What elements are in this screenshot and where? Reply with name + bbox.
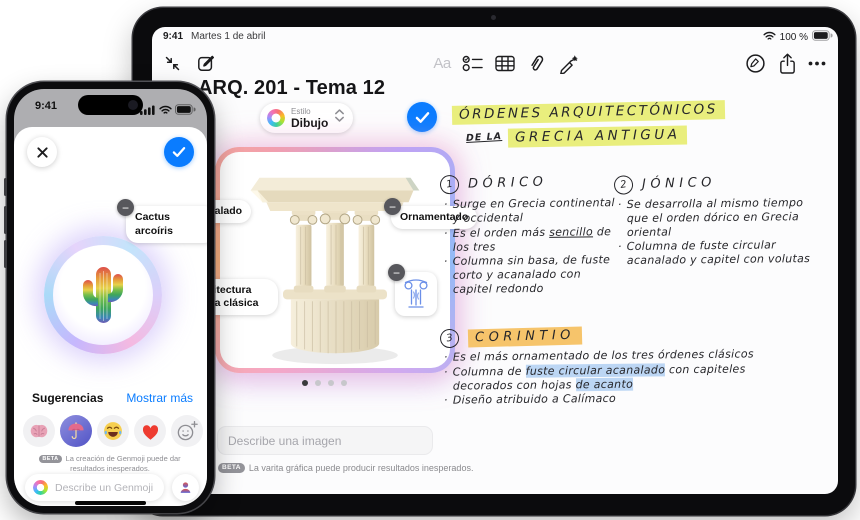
laughing-emoji[interactable]	[97, 415, 129, 447]
handwritten-bullet: · Es el orden más sencillo de los tres	[443, 224, 612, 254]
handwritten-bullet: · Columna de fuste circular acanalado y c…	[617, 238, 811, 267]
handwritten-title-grecia: GRECIA ANTIGUA	[507, 125, 688, 148]
handwritten-bullet: · Surge en Grecia continental y occidenta…	[443, 196, 615, 225]
brain-emoji[interactable]	[23, 415, 55, 447]
handwritten-bullet: · Columna de fuste circular acanalado con…	[443, 362, 746, 393]
person-genmoji-button[interactable]	[172, 474, 199, 501]
handwritten-section-dorico: 1 DÓRICO · Surge en Grecia continental y o…	[438, 173, 620, 296]
ipad-device: 9:41 Martes 1 de abril 100 % Aa ARQ. 201…	[133, 8, 855, 515]
circled-number: 1	[438, 173, 461, 196]
remove-sketch-icon[interactable]: −	[388, 264, 405, 281]
section-bullets: · Se desarrolla al mismo tiempo que el or…	[614, 196, 822, 267]
section-heading: DÓRICO	[467, 174, 548, 192]
section-heading: CORINTIO	[467, 326, 583, 347]
suggestion-row	[14, 415, 207, 447]
genmoji-result-bubble[interactable]	[44, 236, 162, 354]
handwritten-title: ÓRDENES ARQUITECTÓNICOS	[451, 100, 725, 125]
handwritten-subtitle-dela: DE LA	[465, 131, 503, 144]
section-heading: JÓNICO	[641, 175, 717, 192]
handwritten-section-jonico: 2 JÓNICO · Se desarrolla al mismo tiempo q…	[612, 173, 822, 268]
circled-number: 2	[612, 174, 635, 196]
battery-icon	[175, 102, 196, 120]
handwritten-section-corintio: 3 CORINTIO · Es el más ornamentado de los …	[438, 325, 762, 407]
dynamic-island	[78, 95, 143, 115]
remove-concept-icon[interactable]: −	[117, 199, 134, 216]
iphone-status-bar: 9:41	[14, 89, 207, 127]
iphone-screen: 9:41 Cactus arcoíris − Sugerencias Mostr…	[14, 89, 207, 506]
iphone-clock: 9:41	[35, 100, 58, 112]
circled-number: 3	[438, 327, 461, 350]
home-indicator	[75, 501, 146, 505]
suggestions-title: Sugerencias	[32, 391, 104, 405]
apple-intelligence-icon	[33, 480, 48, 495]
genmoji-input[interactable]	[25, 474, 164, 501]
section-bullets: · Surge en Grecia continental y occidenta…	[440, 196, 620, 296]
handwritten-notes: ÓRDENES ARQUITECTÓNICOS DE LA GRECIA ANT…	[152, 27, 838, 494]
handwritten-bullet: · Columna sin basa, de fuste corto y acan…	[443, 253, 611, 296]
handwritten-bullet: · Diseño atribuido a Calímaco	[443, 392, 617, 407]
umbrella-genmoji[interactable]	[60, 415, 92, 447]
handwritten-bullet: · Se desarrolla al mismo tiempo que el or…	[617, 196, 804, 239]
remove-concept-icon[interactable]: −	[384, 198, 401, 215]
wifi-icon	[158, 102, 172, 120]
genmoji-sheet: Cactus arcoíris − Sugerencias Mostrar má…	[14, 127, 207, 506]
rainbow-cactus-genmoji	[53, 245, 153, 345]
ipad-camera	[491, 15, 496, 20]
ipad-screen: 9:41 Martes 1 de abril 100 % Aa ARQ. 201…	[152, 27, 838, 494]
action-button	[4, 178, 7, 196]
iphone-device: 9:41 Cactus arcoíris − Sugerencias Mostr…	[4, 82, 214, 513]
beta-badge: BETA	[39, 455, 62, 463]
volume-up-button	[4, 206, 7, 234]
section-bullets: · Es el más ornamentado de los tres órden…	[440, 347, 762, 407]
volume-down-button	[4, 240, 7, 268]
show-more-link[interactable]: Mostrar más	[126, 391, 193, 405]
heart-emoji[interactable]	[134, 415, 166, 447]
close-button[interactable]	[27, 137, 57, 167]
concept-label-cactus-arcoiris[interactable]: Cactus arcoíris	[126, 206, 207, 244]
accept-genmoji-button[interactable]	[164, 137, 194, 167]
new-genmoji-icon[interactable]	[171, 415, 203, 447]
genmoji-beta-note: BETA La creación de Genmoji puede dar re…	[30, 454, 190, 474]
screenshot-stage: 9:41 Martes 1 de abril 100 % Aa ARQ. 201…	[0, 0, 860, 520]
cellular-icon	[140, 102, 155, 120]
genmoji-description-field[interactable]	[53, 480, 156, 495]
